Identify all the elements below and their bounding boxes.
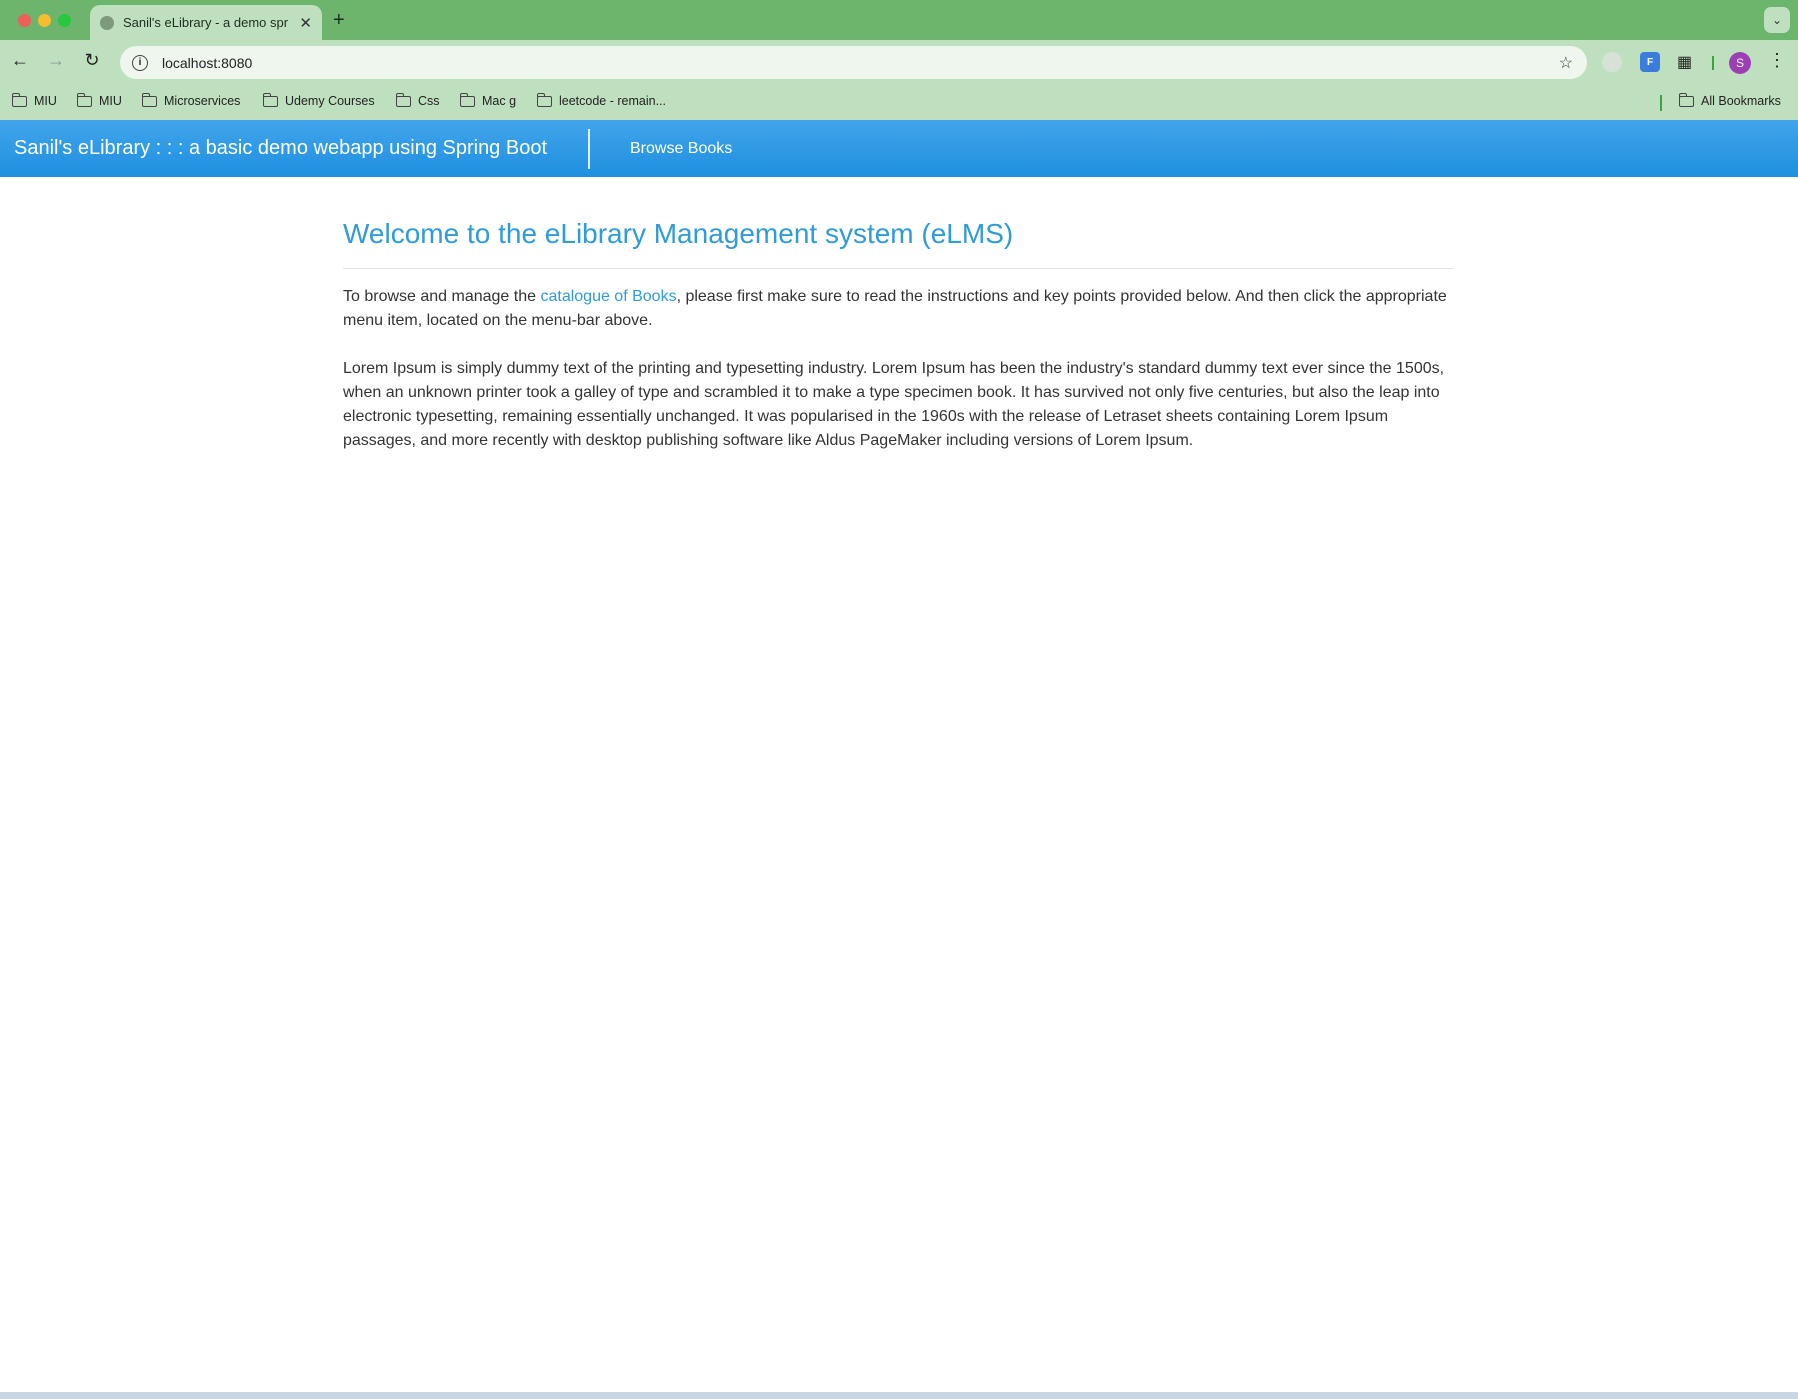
app-navbar: Sanil's eLibrary : : : a basic demo weba…: [0, 120, 1798, 177]
main-content: Welcome to the eLibrary Management syste…: [343, 215, 1453, 453]
bookmark-label: Udemy Courses: [285, 94, 375, 108]
forward-arrow-icon[interactable]: →: [44, 50, 68, 71]
folder-icon: [77, 92, 92, 107]
navbar-divider: [588, 129, 590, 169]
folder-icon: [12, 92, 27, 107]
tab-search-chevron-icon[interactable]: ⌄: [1764, 7, 1790, 33]
folder-icon: [396, 92, 411, 107]
lorem-paragraph: Lorem Ipsum is simply dummy text of the …: [343, 360, 1445, 449]
folder-icon: [142, 92, 157, 107]
profile-avatar[interactable]: S: [1729, 52, 1751, 74]
bookmark-folder-css[interactable]: Css: [396, 92, 440, 108]
maximize-window-button[interactable]: [58, 14, 71, 27]
bookmark-folder-microservices[interactable]: Microservices: [142, 92, 241, 108]
page-title: Welcome to the eLibrary Management syste…: [343, 218, 1014, 249]
folder-icon: [460, 92, 475, 107]
heading-divider: [343, 268, 1453, 269]
bookmark-label: MIU: [34, 94, 57, 108]
bookmark-label: leetcode - remain...: [559, 94, 666, 108]
bookmarks-bar: MIU MIU Microservices Udemy Courses Css …: [0, 85, 1798, 120]
all-bookmarks-button[interactable]: All Bookmarks: [1679, 92, 1781, 108]
toolbar-divider: [1712, 56, 1714, 70]
more-menu-icon[interactable]: ⋮: [1768, 50, 1786, 71]
url-text[interactable]: localhost:8080: [162, 55, 252, 71]
bookmark-folder-mac-g[interactable]: Mac g: [460, 92, 517, 108]
app-brand[interactable]: Sanil's eLibrary : : : a basic demo weba…: [14, 137, 547, 160]
tab-title: Sanil's eLibrary - a demo spr: [123, 15, 289, 30]
bookmark-label: Mac g: [482, 94, 517, 108]
folder-icon: [537, 92, 552, 107]
new-tab-button[interactable]: +: [333, 9, 345, 32]
site-info-icon[interactable]: i: [132, 54, 148, 71]
extensions-puzzle-icon[interactable]: ▦: [1677, 52, 1697, 72]
nav-browse-books[interactable]: Browse Books: [630, 140, 732, 158]
bookmark-label: Css: [418, 94, 440, 108]
catalogue-link[interactable]: catalogue of Books: [540, 288, 676, 305]
close-window-button[interactable]: [18, 14, 31, 27]
bookmarks-divider: [1660, 95, 1662, 111]
browser-toolbar: ← → ↻ i localhost:8080 ☆ F ▦ S ⋮: [0, 40, 1798, 85]
extension-react-icon[interactable]: [1602, 52, 1622, 72]
folder-icon: [263, 92, 278, 107]
bookmark-folder-leetcode[interactable]: leetcode - remain...: [537, 92, 666, 108]
back-arrow-icon[interactable]: ←: [8, 50, 32, 71]
bookmark-label: Microservices: [164, 94, 241, 108]
reload-icon[interactable]: ↻: [80, 50, 104, 71]
folder-icon: [1679, 92, 1694, 107]
intro-paragraph: To browse and manage the catalogue of Bo…: [343, 285, 1453, 333]
bookmark-folder-miu-1[interactable]: MIU: [12, 92, 57, 108]
bookmark-star-icon[interactable]: ☆: [1559, 53, 1573, 73]
bookmark-label: MIU: [99, 94, 122, 108]
minimize-window-button[interactable]: [38, 14, 51, 27]
dock-strip: [0, 1392, 1798, 1399]
extension-f-icon[interactable]: F: [1640, 52, 1660, 72]
address-bar[interactable]: i localhost:8080 ☆: [120, 46, 1587, 79]
bookmark-folder-miu-2[interactable]: MIU: [77, 92, 122, 108]
browser-tab-strip: Sanil's eLibrary - a demo spr ✕ + ⌄: [0, 0, 1798, 40]
globe-icon: [100, 15, 114, 30]
browser-tab-active[interactable]: Sanil's eLibrary - a demo spr ✕: [90, 5, 322, 40]
intro-text-start: To browse and manage the: [343, 288, 541, 305]
close-tab-icon[interactable]: ✕: [299, 14, 312, 32]
bookmark-label: All Bookmarks: [1701, 94, 1781, 108]
bookmark-folder-udemy-courses[interactable]: Udemy Courses: [263, 92, 375, 108]
